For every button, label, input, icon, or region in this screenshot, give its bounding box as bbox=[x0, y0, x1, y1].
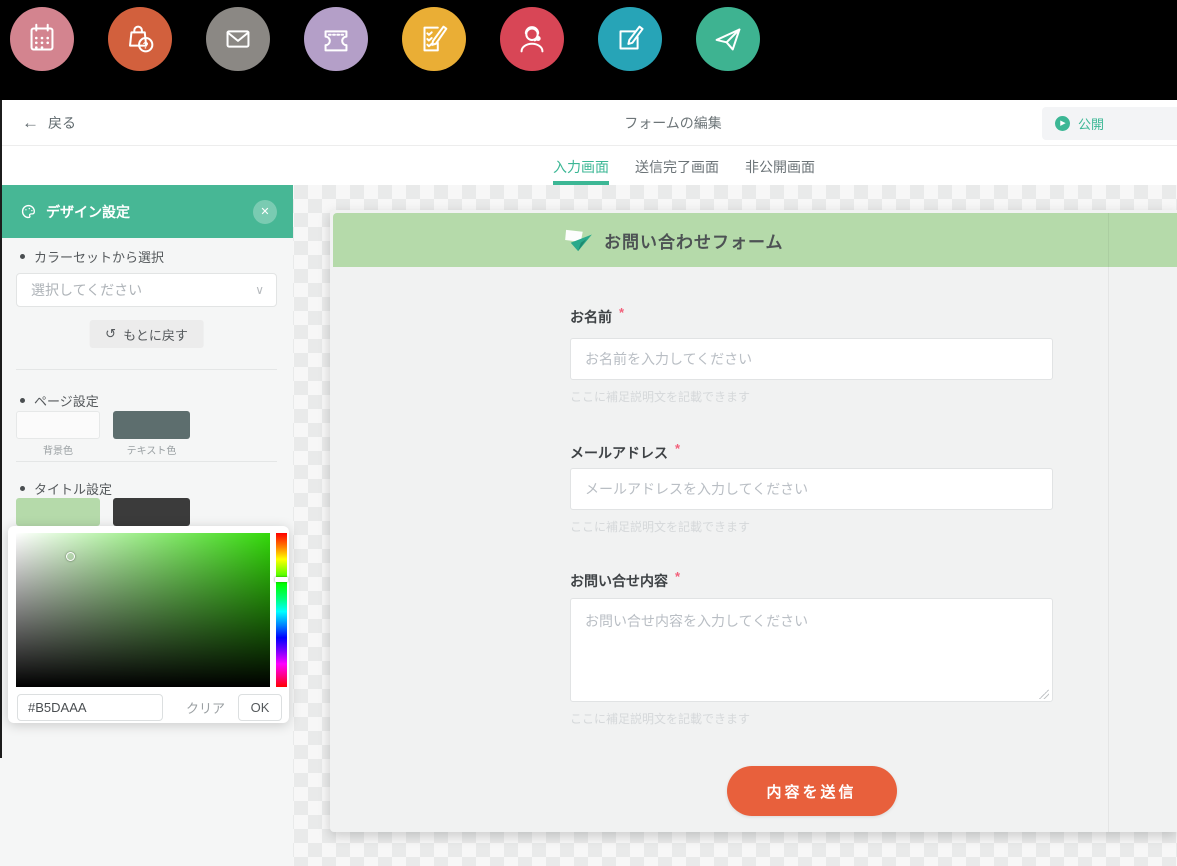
bag-question-icon[interactable]: ? bbox=[108, 7, 172, 71]
tab-label: 送信完了画面 bbox=[635, 157, 719, 177]
editor-header: ← 戻る フォームの編集 ▶ 公開 bbox=[0, 100, 1177, 146]
email-input[interactable] bbox=[570, 468, 1053, 510]
required-mark: * bbox=[675, 442, 680, 455]
ticket-icon[interactable] bbox=[304, 7, 368, 71]
page-text-swatch-label: テキスト色 bbox=[113, 442, 190, 457]
reset-button[interactable]: ↺ もとに戻す bbox=[89, 320, 204, 348]
form-fields: お名前 * ここに補足説明文を記載できます メールアドレス * ここに補足説明文… bbox=[570, 210, 1053, 832]
window-left-border bbox=[0, 100, 2, 758]
field-helper-text: ここに補足説明文を記載できます bbox=[570, 388, 750, 405]
hex-color-input[interactable] bbox=[17, 694, 163, 721]
design-settings-panel: デザイン設定 ✕ カラーセットから選択 選択してください ∨ ↺ もとに戻す ペ… bbox=[0, 185, 293, 866]
required-mark: * bbox=[675, 570, 680, 583]
field-helper-text: ここに補足説明文を記載できます bbox=[570, 710, 750, 727]
textarea-resize-grip[interactable] bbox=[1039, 689, 1049, 699]
field-label-text: メールアドレス bbox=[570, 443, 668, 463]
preview-seam-line bbox=[1108, 213, 1109, 832]
bullet-dot bbox=[20, 486, 25, 491]
page-section-label-text: ページ設定 bbox=[34, 391, 99, 410]
ok-button[interactable]: OK bbox=[238, 694, 282, 721]
hue-slider-handle[interactable] bbox=[275, 577, 288, 582]
saturation-marker[interactable] bbox=[66, 552, 75, 561]
screen-tabbar: 入力画面 送信完了画面 非公開画面 bbox=[0, 146, 1177, 185]
support-agent-icon[interactable] bbox=[500, 7, 564, 71]
mail-icon[interactable] bbox=[206, 7, 270, 71]
field-name-label: お名前 * bbox=[570, 307, 624, 327]
publish-play-icon: ▶ bbox=[1055, 116, 1070, 131]
tab-private-screen[interactable]: 非公開画面 bbox=[745, 146, 815, 185]
screen-tabs: 入力画面 送信完了画面 非公開画面 bbox=[553, 146, 815, 185]
paper-plane-icon[interactable] bbox=[696, 7, 760, 71]
close-panel-button[interactable]: ✕ bbox=[253, 200, 277, 224]
publish-button[interactable]: ▶ 公開 bbox=[1042, 107, 1177, 140]
saturation-area[interactable] bbox=[16, 533, 270, 687]
back-label: 戻る bbox=[48, 113, 76, 133]
design-panel-title: デザイン設定 bbox=[46, 202, 253, 222]
chevron-down-icon: ∨ bbox=[255, 283, 264, 297]
field-label-text: お問い合せ内容 bbox=[570, 571, 668, 591]
calendar-icon[interactable] bbox=[10, 7, 74, 71]
field-message-label: お問い合せ内容 * bbox=[570, 571, 680, 591]
form-preview-card: お問い合わせフォーム お名前 * ここに補足説明文を記載できます メールアドレス… bbox=[330, 210, 1177, 832]
divider bbox=[16, 369, 277, 370]
hue-slider[interactable] bbox=[276, 533, 287, 687]
palette-icon bbox=[20, 203, 37, 220]
title-section-label: タイトル設定 bbox=[20, 479, 112, 498]
name-input[interactable] bbox=[570, 338, 1053, 380]
submit-button[interactable]: 内容を送信 bbox=[727, 766, 897, 816]
design-panel-header: デザイン設定 ✕ bbox=[0, 185, 293, 238]
back-button[interactable]: ← 戻る bbox=[22, 100, 76, 146]
required-mark: * bbox=[619, 306, 624, 319]
clear-button[interactable]: クリア bbox=[178, 694, 233, 721]
bullet-dot bbox=[20, 254, 25, 259]
title-bg-color-swatch[interactable] bbox=[16, 498, 100, 526]
tab-label: 非公開画面 bbox=[745, 157, 815, 177]
field-email-label: メールアドレス * bbox=[570, 443, 680, 463]
page-bg-swatch-label: 背景色 bbox=[16, 442, 100, 457]
page-bg-color-swatch[interactable] bbox=[16, 411, 100, 439]
app-icon-bar: ? bbox=[0, 0, 1177, 100]
title-section-label-text: タイトル設定 bbox=[34, 479, 112, 498]
divider bbox=[16, 461, 277, 462]
reset-label: もとに戻す bbox=[123, 325, 188, 344]
bullet-dot bbox=[20, 398, 25, 403]
colorset-label-text: カラーセットから選択 bbox=[34, 247, 164, 266]
page-title: フォームの編集 bbox=[624, 100, 722, 146]
page-text-color-swatch[interactable] bbox=[113, 411, 190, 439]
title-text-color-swatch[interactable] bbox=[113, 498, 190, 526]
colorset-select-value: 選択してください bbox=[31, 280, 255, 300]
message-textarea[interactable] bbox=[570, 598, 1053, 702]
color-picker-popup: クリア OK bbox=[8, 526, 289, 723]
form-builder-page: ? ← 戻る フォームの編集 ▶ 公開 bbox=[0, 0, 1177, 866]
field-label-text: お名前 bbox=[570, 307, 612, 327]
tab-input-screen[interactable]: 入力画面 bbox=[553, 146, 609, 185]
back-arrow-icon: ← bbox=[22, 113, 39, 133]
svg-text:?: ? bbox=[143, 41, 149, 52]
field-helper-text: ここに補足説明文を記載できます bbox=[570, 518, 750, 535]
checklist-pen-icon[interactable] bbox=[402, 7, 466, 71]
close-icon: ✕ bbox=[260, 205, 269, 218]
publish-label: 公開 bbox=[1078, 114, 1104, 133]
editor-canvas: デザイン設定 ✕ カラーセットから選択 選択してください ∨ ↺ もとに戻す ペ… bbox=[0, 185, 1177, 866]
tab-complete-screen[interactable]: 送信完了画面 bbox=[635, 146, 719, 185]
page-section-label: ページ設定 bbox=[20, 391, 99, 410]
colorset-select[interactable]: 選択してください ∨ bbox=[16, 273, 277, 307]
reset-icon: ↺ bbox=[105, 326, 116, 342]
compose-icon[interactable] bbox=[598, 7, 662, 71]
colorset-section-label: カラーセットから選択 bbox=[20, 247, 164, 266]
tab-label: 入力画面 bbox=[553, 157, 609, 177]
